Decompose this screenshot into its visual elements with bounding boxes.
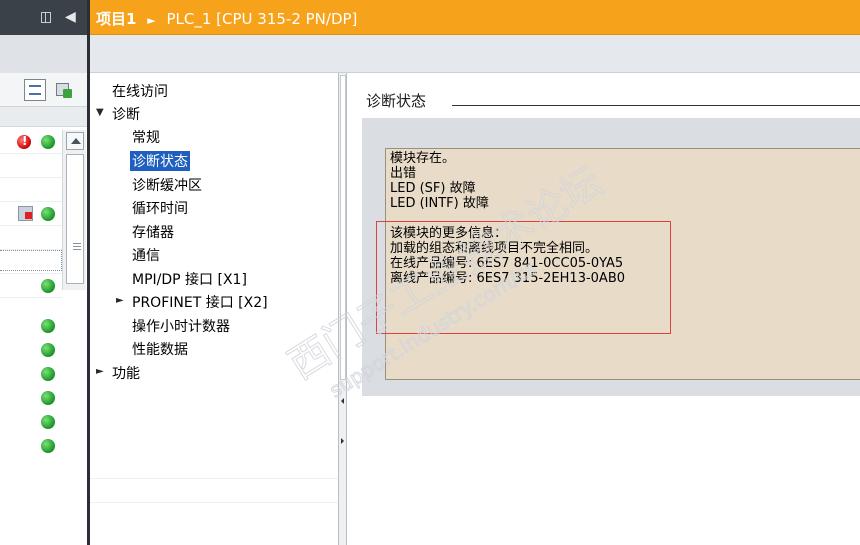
- editor-titlebar: 项目1 ► PLC_1 [CPU 315-2 PN/DP]: [90, 0, 860, 35]
- nav-item[interactable]: 操作小时计数器: [90, 313, 338, 337]
- ok-status-icon: [41, 415, 55, 429]
- left-panel-scrollbar[interactable]: [62, 130, 86, 290]
- list-item[interactable]: [0, 362, 87, 386]
- nav-empty-rows: [90, 478, 338, 526]
- left-panel-column-header: [0, 107, 87, 127]
- left-panel-toolbar-area: [0, 35, 87, 73]
- list-item[interactable]: [0, 226, 62, 250]
- online-diagnostics-nav: 在线访问 ▼ 诊断常规诊断状态诊断缓冲区循环时间存储器通信 MPI/DP 接口 [X1…: [90, 73, 338, 545]
- status-line: 出错: [390, 166, 417, 181]
- collapse-nav-icon[interactable]: [341, 398, 344, 404]
- nav-item-label: 诊断: [112, 107, 140, 123]
- scroll-up-button[interactable]: [66, 132, 84, 150]
- list-item[interactable]: [0, 410, 87, 434]
- nav-item[interactable]: MPI/DP 接口 [X1]: [90, 266, 338, 290]
- nav-item-label: 性能数据: [132, 342, 188, 358]
- tia-portal-window: ◀ ! 项目1 ► PLC_1 [CPU 315-2 PN/DP] 在线访问 ▼…: [0, 0, 860, 545]
- status-line: 模块存在。: [390, 151, 456, 166]
- nav-item-label: 功能: [112, 366, 140, 382]
- breadcrumb-separator: ►: [147, 14, 156, 27]
- list-item[interactable]: [0, 386, 87, 410]
- expand-nav-icon[interactable]: [341, 438, 344, 444]
- nav-splitter[interactable]: [338, 73, 347, 545]
- ok-status-icon: [41, 343, 55, 357]
- status-line: LED (INTF) 故障: [390, 196, 489, 211]
- nav-item[interactable]: 常规: [90, 124, 338, 148]
- fault-module-icon: [18, 206, 33, 221]
- error-status-icon: [17, 134, 31, 149]
- list-item[interactable]: [0, 154, 62, 178]
- grip-icon: [73, 243, 81, 250]
- nav-item[interactable]: ▼ 诊断: [90, 101, 338, 125]
- nav-item[interactable]: 循环时间: [90, 195, 338, 219]
- nav-item-label: 在线访问: [112, 84, 168, 100]
- list-view-button[interactable]: [24, 79, 46, 101]
- left-device-panel: ◀: [0, 0, 87, 545]
- collapse-left-icon[interactable]: ◀: [65, 9, 76, 25]
- nav-item[interactable]: 存储器: [90, 219, 338, 243]
- nav-item-label: 存储器: [132, 225, 174, 241]
- nav-item-label: 循环时间: [132, 201, 188, 217]
- breadcrumb-device[interactable]: PLC_1 [CPU 315-2 PN/DP]: [166, 10, 357, 28]
- ok-status-icon: [41, 319, 55, 333]
- update-status-button[interactable]: [54, 80, 74, 100]
- nav-item[interactable]: 性能数据: [90, 336, 338, 360]
- list-item[interactable]: [0, 178, 62, 202]
- left-panel-focus-row: [0, 250, 62, 271]
- nav-item-label: PROFINET 接口 [X2]: [132, 295, 268, 311]
- collapsed-triangle-icon[interactable]: ►: [96, 366, 104, 377]
- nav-item-label: 诊断缓冲区: [132, 178, 202, 194]
- list-item[interactable]: [0, 338, 87, 362]
- status-line: LED (SF) 故障: [390, 181, 476, 196]
- pin-icon[interactable]: [41, 12, 51, 23]
- nav-item[interactable]: 诊断状态: [90, 148, 338, 172]
- list-item[interactable]: [0, 202, 62, 226]
- ok-status-icon: [41, 391, 55, 405]
- left-panel-toolbar: [0, 73, 87, 107]
- breadcrumb-project[interactable]: 项目1: [96, 10, 136, 28]
- left-panel-status-list-lower: [0, 290, 87, 458]
- nav-item[interactable]: 诊断缓冲区: [90, 172, 338, 196]
- scrollbar-thumb[interactable]: [340, 75, 346, 380]
- ok-status-icon: [41, 207, 55, 221]
- section-divider: [452, 105, 860, 106]
- highlight-box: [376, 221, 671, 334]
- list-item[interactable]: [0, 314, 87, 338]
- breadcrumb: 项目1 ► PLC_1 [CPU 315-2 PN/DP]: [96, 8, 357, 29]
- nav-item-label: 通信: [132, 248, 160, 264]
- nav-item-label: MPI/DP 接口 [X1]: [132, 272, 247, 288]
- nav-item[interactable]: 通信: [90, 242, 338, 266]
- scrollbar-thumb[interactable]: [66, 154, 84, 284]
- left-panel-titlebar: ◀: [0, 0, 87, 35]
- left-panel-status-list: [0, 130, 62, 298]
- section-title: 诊断状态: [366, 92, 427, 110]
- nav-item[interactable]: ► PROFINET 接口 [X2]: [90, 289, 338, 313]
- list-item[interactable]: [0, 434, 87, 458]
- ok-status-icon: [41, 135, 55, 149]
- nav-item[interactable]: 在线访问: [90, 78, 338, 102]
- ok-status-icon: [41, 439, 55, 453]
- editor-toolbar: [90, 35, 860, 73]
- ok-status-icon: [41, 367, 55, 381]
- nav-item-label: 操作小时计数器: [132, 319, 230, 335]
- list-item[interactable]: [0, 290, 87, 314]
- collapsed-triangle-icon[interactable]: ►: [116, 295, 124, 306]
- nav-item[interactable]: ► 功能: [90, 360, 338, 384]
- expanded-triangle-icon[interactable]: ▼: [96, 107, 104, 118]
- list-item[interactable]: [0, 130, 62, 154]
- nav-item-label: 诊断状态: [130, 151, 190, 171]
- nav-item-label: 常规: [132, 130, 160, 146]
